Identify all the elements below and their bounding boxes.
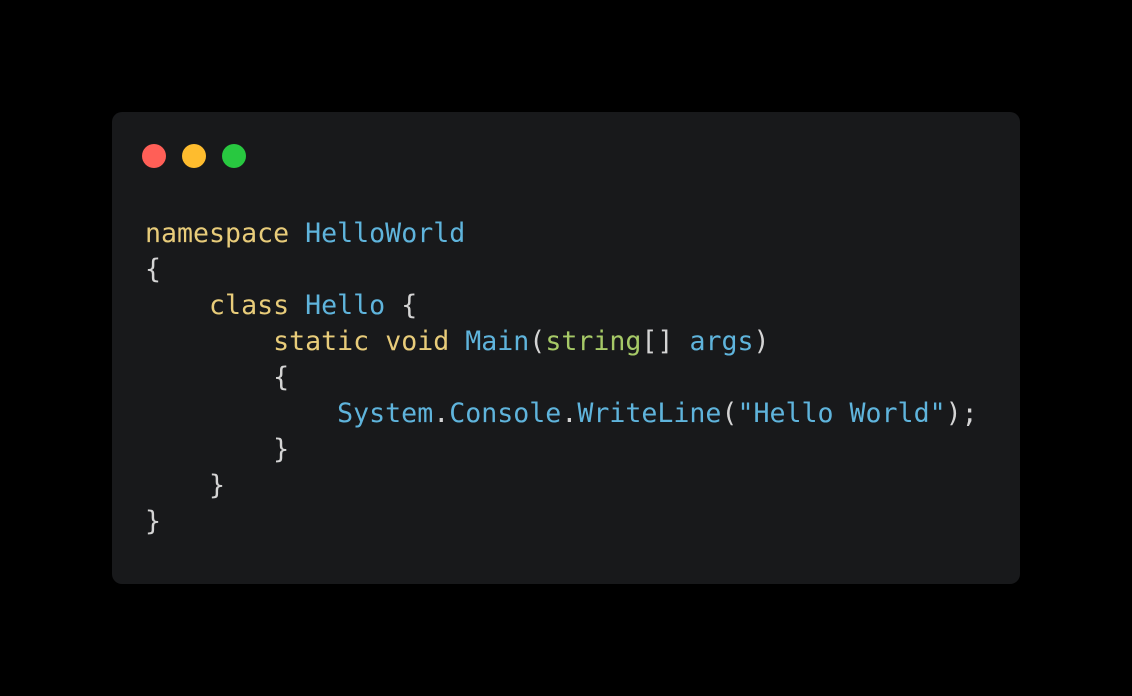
code-line: class Hello {: [145, 288, 978, 324]
code-line: {: [145, 360, 978, 396]
code-line: }: [145, 504, 978, 540]
code-line: }: [145, 432, 978, 468]
close-button-icon[interactable]: [142, 144, 166, 168]
code-token-punctuation: [289, 218, 305, 249]
code-token-punctuation: }: [145, 506, 162, 537]
code-token-identifier: Console: [449, 398, 562, 429]
code-token-punctuation: .: [561, 398, 578, 429]
code-token-punctuation: [289, 290, 305, 321]
code-token-identifier: WriteLine: [577, 398, 722, 429]
code-line: namespace HelloWorld: [145, 216, 978, 252]
code-line: System.Console.WriteLine("Hello World");: [145, 396, 978, 432]
code-line: static void Main(string[] args): [145, 324, 978, 360]
code-token-identifier: HelloWorld: [305, 218, 466, 249]
code-token-type: string: [545, 326, 642, 357]
code-token-punctuation: }: [145, 470, 226, 501]
code-token-punctuation: (: [529, 326, 546, 357]
code-token-identifier: Hello: [305, 290, 386, 321]
code-token-identifier: args: [689, 326, 754, 357]
code-window: namespace HelloWorld{ class Hello { stat…: [112, 112, 1020, 584]
code-token-punctuation: [449, 326, 465, 357]
code-token-punctuation: {: [145, 254, 162, 285]
code-token-punctuation: [145, 290, 209, 321]
minimize-button-icon[interactable]: [182, 144, 206, 168]
code-token-punctuation: ): [753, 326, 770, 357]
code-token-identifier: Main: [465, 326, 530, 357]
code-token-identifier: System: [337, 398, 434, 429]
code-line: {: [145, 252, 978, 288]
code-token-keyword: class: [209, 290, 290, 321]
code-token-keyword: static: [273, 326, 370, 357]
code-block: namespace HelloWorld{ class Hello { stat…: [145, 216, 978, 540]
code-token-keyword: namespace: [145, 218, 290, 249]
code-token-punctuation: .: [433, 398, 450, 429]
code-token-punctuation: []: [641, 326, 690, 357]
maximize-button-icon[interactable]: [222, 144, 246, 168]
code-token-punctuation: }: [145, 434, 290, 465]
code-token-punctuation: [369, 326, 385, 357]
code-token-punctuation: [145, 326, 273, 357]
code-token-identifier: "Hello World": [737, 398, 946, 429]
code-token-punctuation: {: [145, 362, 290, 393]
code-token-punctuation: (: [721, 398, 738, 429]
code-token-punctuation: {: [385, 290, 418, 321]
code-token-punctuation: [145, 398, 337, 429]
code-token-punctuation: );: [945, 398, 978, 429]
code-token-keyword: void: [385, 326, 450, 357]
code-line: }: [145, 468, 978, 504]
